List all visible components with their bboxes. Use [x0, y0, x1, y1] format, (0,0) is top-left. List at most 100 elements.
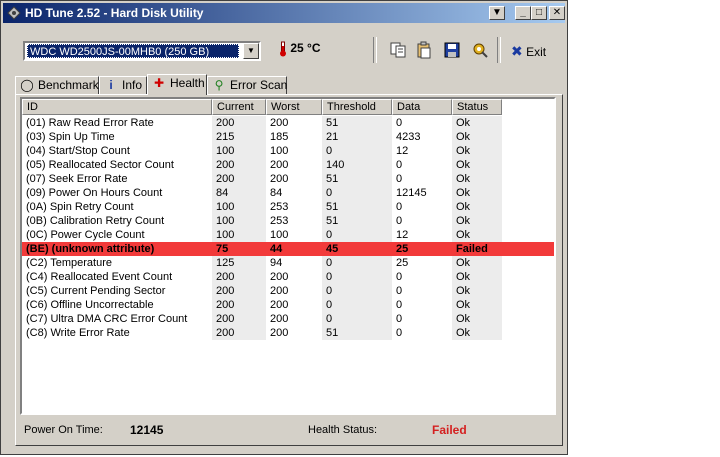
options-wrench-icon[interactable] — [471, 41, 489, 59]
drive-select[interactable]: WDC WD2500JS-00MHB0 (250 GB) ▼ — [23, 41, 261, 61]
copy-icon[interactable] — [389, 41, 407, 59]
minimize-button[interactable]: _ — [515, 6, 531, 20]
column-header-status[interactable]: Status — [452, 99, 502, 115]
title-bar[interactable]: HD Tune 2.52 - Hard Disk Utility ▼ _ □ ✕ — [3, 3, 565, 23]
cell-worst: 200 — [270, 327, 289, 339]
cell-current: 84 — [212, 186, 266, 200]
cell-worst: 185 — [270, 131, 289, 143]
cell-data: 0 — [396, 313, 403, 325]
cell-worst: 200 — [270, 299, 289, 311]
cell-id: (07) Seek Error Rate — [26, 173, 128, 185]
cell-status: Ok — [452, 144, 502, 158]
cell-current: 200 — [212, 172, 266, 186]
cell-worst: 84 — [270, 187, 283, 199]
column-header-data[interactable]: Data — [392, 99, 452, 115]
table-row[interactable]: (07) Seek Error Rate 200 200 51 0 Ok — [22, 172, 554, 186]
cell-id: (03) Spin Up Time — [26, 131, 115, 143]
cell-current: 200 — [212, 158, 266, 172]
tab-info[interactable]: i Info — [99, 76, 147, 94]
exit-button[interactable]: ✖ Exit — [511, 43, 546, 60]
table-row[interactable]: (04) Start/Stop Count 100 100 0 12 Ok — [22, 144, 554, 158]
cell-threshold: 51 — [322, 214, 392, 228]
cell-threshold: 45 — [326, 243, 339, 255]
table-row[interactable]: (01) Raw Read Error Rate 200 200 51 0 Ok — [22, 116, 554, 130]
cell-current: 75 — [216, 243, 229, 255]
cell-id: (C5) Current Pending Sector — [26, 285, 166, 297]
table-row[interactable]: (0B) Calibration Retry Count 100 253 51 0 Ok — [22, 214, 554, 228]
table-row[interactable]: (C5) Current Pending Sector 200 200 0 0 Ok — [22, 284, 554, 298]
cell-worst: 94 — [270, 257, 283, 269]
power-on-label: Power On Time: — [24, 424, 103, 436]
cell-id: (0B) Calibration Retry Count — [26, 215, 165, 227]
drive-select-value: WDC WD2500JS-00MHB0 (250 GB) — [27, 44, 239, 58]
table-row[interactable]: (03) Spin Up Time 215 185 21 4233 Ok — [22, 130, 554, 144]
table-row[interactable]: (C8) Write Error Rate 200 200 51 0 Ok — [22, 326, 554, 340]
temperature-value: 25 °C — [290, 41, 321, 56]
cell-id: (C4) Reallocated Event Count — [26, 271, 173, 283]
cell-data: 4233 — [396, 131, 421, 143]
cell-threshold: 21 — [322, 130, 392, 144]
maximize-button[interactable]: □ — [531, 6, 547, 20]
tab-error-scan[interactable]: ⚲ Error Scan — [207, 76, 287, 94]
cell-id: (09) Power On Hours Count — [26, 187, 163, 199]
cell-threshold: 0 — [322, 270, 392, 284]
cell-current: 200 — [212, 298, 266, 312]
power-on-value: 12145 — [130, 423, 164, 437]
cell-id: (04) Start/Stop Count — [26, 145, 130, 157]
clipboard-icon[interactable] — [415, 41, 433, 59]
table-body: (01) Raw Read Error Rate 200 200 51 0 Ok (03) … — [22, 116, 554, 340]
cell-current: 215 — [212, 130, 266, 144]
chevron-down-icon[interactable]: ▼ — [243, 43, 259, 59]
cell-threshold: 0 — [322, 256, 392, 270]
cell-worst: 200 — [270, 117, 289, 129]
cell-current: 200 — [212, 284, 266, 298]
cell-threshold: 0 — [322, 298, 392, 312]
magnifier-icon: ⚲ — [214, 78, 224, 92]
toolbar-divider — [497, 37, 501, 63]
cell-data: 0 — [396, 117, 403, 129]
cell-worst: 200 — [270, 159, 289, 171]
tab-label: Error Scan — [230, 78, 288, 92]
table-row[interactable]: (05) Reallocated Sector Count 200 200 140 0 O… — [22, 158, 554, 172]
tab-label: Info — [122, 78, 143, 92]
table-row[interactable]: (C2) Temperature 125 94 0 25 Ok — [22, 256, 554, 270]
table-row[interactable]: (BE) (unknown attribute) 75 44 45 25 Failed — [22, 242, 554, 256]
cell-status: Ok — [452, 312, 502, 326]
column-header-worst[interactable]: Worst — [266, 99, 322, 115]
column-header-id[interactable]: ID — [22, 99, 212, 115]
cell-status: Ok — [452, 284, 502, 298]
cell-status: Ok — [452, 186, 502, 200]
cell-threshold: 0 — [322, 312, 392, 326]
tab-benchmark[interactable]: ◯ Benchmark — [15, 76, 99, 94]
cell-threshold: 0 — [322, 144, 392, 158]
cell-current: 200 — [212, 326, 266, 340]
table-row[interactable]: (C6) Offline Uncorrectable 200 200 0 0 Ok — [22, 298, 554, 312]
table-row[interactable]: (0C) Power Cycle Count 100 100 0 12 Ok — [22, 228, 554, 242]
table-header: ID Current Worst Threshold Data Status — [22, 99, 554, 115]
column-header-threshold[interactable]: Threshold — [322, 99, 392, 115]
cell-status: Ok — [452, 228, 502, 242]
cell-status: Ok — [452, 326, 502, 340]
column-header-current[interactable]: Current — [212, 99, 266, 115]
table-row[interactable]: (C4) Reallocated Event Count 200 200 0 0 Ok — [22, 270, 554, 284]
cell-data: 0 — [396, 201, 403, 213]
table-row[interactable]: (0A) Spin Retry Count 100 253 51 0 Ok — [22, 200, 554, 214]
app-window: HD Tune 2.52 - Hard Disk Utility ▼ _ □ ✕… — [0, 0, 568, 455]
tab-health[interactable]: ✚ Health — [147, 74, 207, 95]
cell-id: (BE) (unknown attribute) — [26, 243, 155, 255]
cell-threshold: 51 — [322, 116, 392, 130]
table-row[interactable]: (C7) Ultra DMA CRC Error Count 200 200 0 0 Ok — [22, 312, 554, 326]
health-panel: ID Current Worst Threshold Data Status (… — [15, 94, 563, 446]
cell-id: (C2) Temperature — [26, 257, 112, 269]
table-row[interactable]: (09) Power On Hours Count 84 84 0 12145 Ok — [22, 186, 554, 200]
menu-dropdown-button[interactable]: ▼ — [489, 6, 505, 20]
temperature-display: 25 °C — [279, 41, 321, 57]
cell-data: 0 — [396, 215, 403, 227]
close-button[interactable]: ✕ — [549, 6, 565, 20]
smart-table[interactable]: ID Current Worst Threshold Data Status (… — [20, 97, 556, 415]
cell-status: Ok — [452, 130, 502, 144]
cell-threshold: 0 — [322, 186, 392, 200]
cell-current: 200 — [212, 270, 266, 284]
cell-worst: 200 — [270, 173, 289, 185]
save-icon[interactable] — [443, 41, 461, 59]
